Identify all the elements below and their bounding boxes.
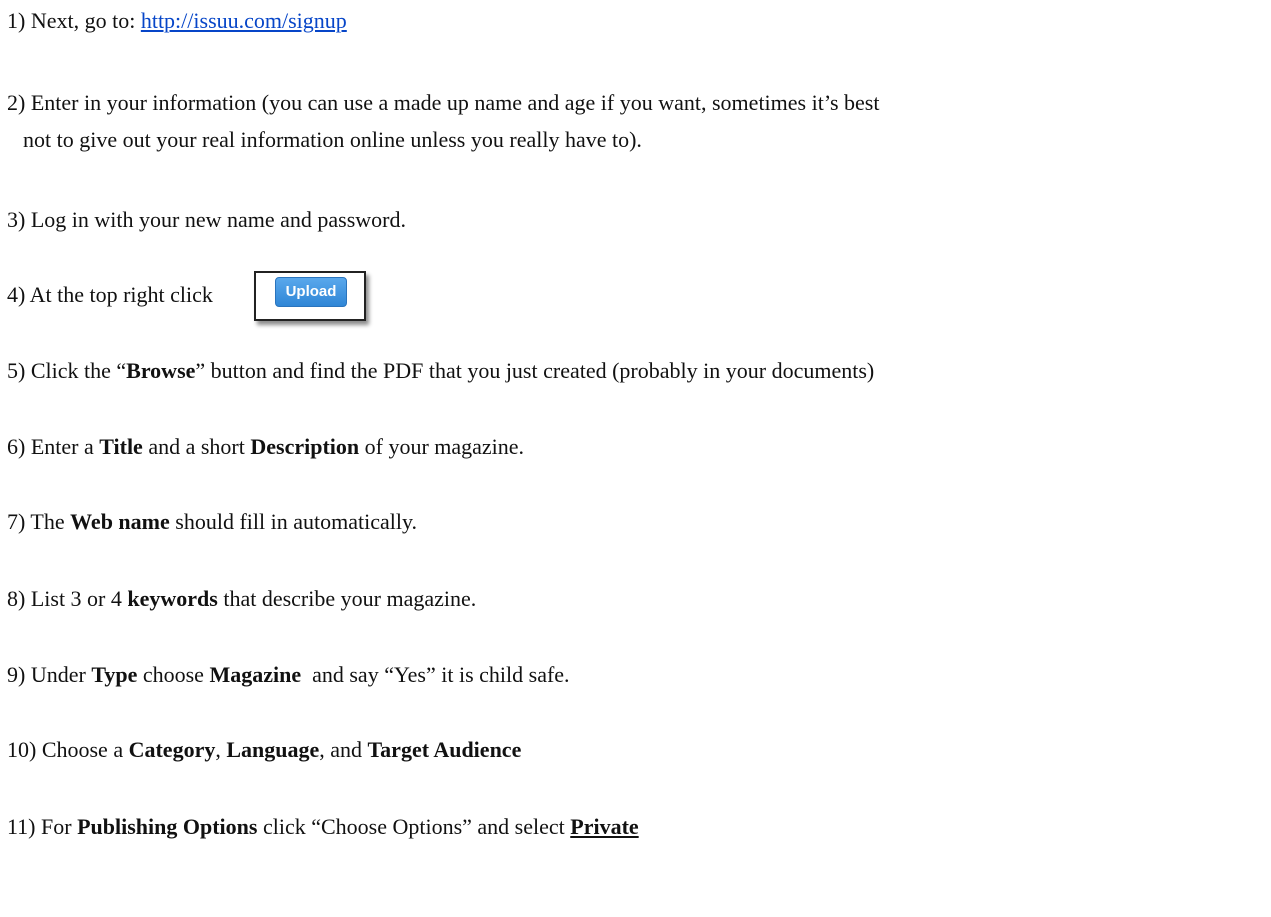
upload-button-screenshot: Upload bbox=[254, 271, 366, 321]
step-10-text-c: , bbox=[215, 737, 227, 762]
step-9-text-a: 9) Under bbox=[7, 662, 92, 687]
step-3-text: 3) Log in with your new name and passwor… bbox=[7, 207, 406, 232]
magazine-term: Magazine bbox=[209, 662, 302, 687]
step-7-text-c: should fill in automatically. bbox=[169, 509, 418, 534]
step-7-text-a: 7) The bbox=[7, 509, 71, 534]
step-5: 5) Click the “Browse” button and find th… bbox=[7, 356, 874, 386]
step-8: 8) List 3 or 4 keywords that describe yo… bbox=[7, 584, 476, 614]
step-6-text-c: and a short bbox=[142, 434, 251, 459]
step-8-text-a: 8) List 3 or 4 bbox=[7, 586, 128, 611]
step-7: 7) The Web name should fill in automatic… bbox=[7, 507, 417, 537]
target-audience-term: Target Audience bbox=[367, 737, 522, 762]
title-term: Title bbox=[99, 434, 143, 459]
step-10: 10) Choose a Category, Language, and Tar… bbox=[7, 735, 521, 765]
step-9: 9) Under Type choose Magazine and say “Y… bbox=[7, 660, 570, 690]
upload-button[interactable]: Upload bbox=[275, 277, 347, 307]
step-9-text-d: and say “Yes” it is child safe. bbox=[301, 662, 570, 687]
step-1-text: 1) Next, go to: bbox=[7, 8, 141, 33]
keywords-term: keywords bbox=[127, 586, 218, 611]
step-3: 3) Log in with your new name and passwor… bbox=[7, 205, 406, 235]
step-11-text-a: 11) For bbox=[7, 814, 78, 839]
step-2-line-1: 2) Enter in your information (you can us… bbox=[7, 90, 880, 115]
step-10-text-a: 10) Choose a bbox=[7, 737, 129, 762]
step-11: 11) For Publishing Options click “Choose… bbox=[7, 812, 639, 842]
category-term: Category bbox=[128, 737, 216, 762]
language-term: Language bbox=[226, 737, 320, 762]
step-10-text-d: , and bbox=[319, 737, 368, 762]
browse-term: Browse bbox=[126, 358, 196, 383]
step-4: 4) At the top right click bbox=[7, 280, 213, 310]
signup-link[interactable]: http://issuu.com/signup bbox=[141, 8, 347, 33]
description-term: Description bbox=[250, 434, 360, 459]
step-6-text-a: 6) Enter a bbox=[7, 434, 100, 459]
private-term: Private bbox=[570, 814, 639, 839]
step-2-continued: not to give out your real information on… bbox=[23, 125, 642, 155]
step-6: 6) Enter a Title and a short Description… bbox=[7, 432, 524, 462]
web-name-term: Web name bbox=[70, 509, 170, 534]
step-9-text-c: choose bbox=[137, 662, 210, 687]
step-8-text-c: that describe your magazine. bbox=[217, 586, 477, 611]
step-1: 1) Next, go to: http://issuu.com/signup bbox=[7, 6, 347, 36]
step-5-text-a: 5) Click the “ bbox=[7, 358, 127, 383]
step-11-text-c: click “Choose Options” and select bbox=[257, 814, 571, 839]
step-2: 2) Enter in your information (you can us… bbox=[7, 88, 879, 118]
type-term: Type bbox=[91, 662, 138, 687]
step-5-text-c: ” button and find the PDF that you just … bbox=[195, 358, 875, 383]
publishing-options-term: Publishing Options bbox=[77, 814, 258, 839]
step-6-text-d: of your magazine. bbox=[359, 434, 525, 459]
step-4-text: 4) At the top right click bbox=[7, 282, 213, 307]
step-2-line-2: not to give out your real information on… bbox=[23, 127, 642, 152]
